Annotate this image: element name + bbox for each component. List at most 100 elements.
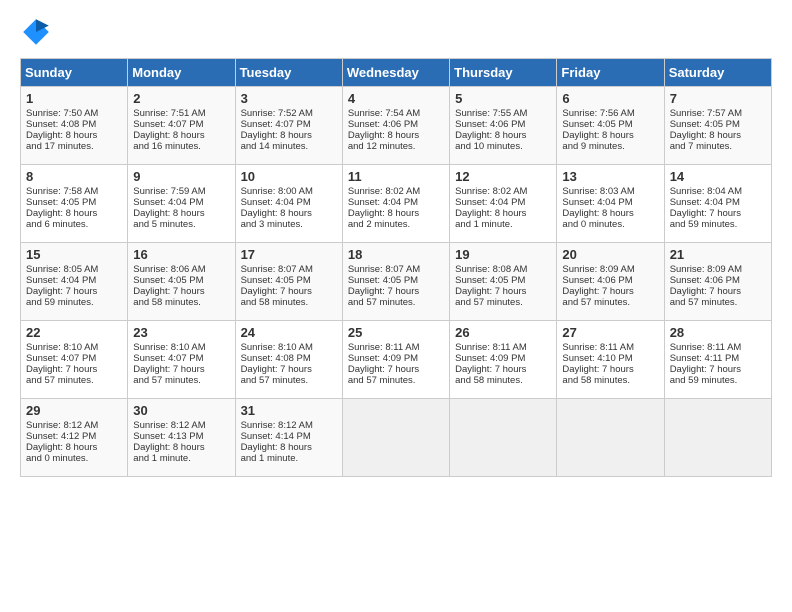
day-info: Daylight: 8 hours xyxy=(455,130,551,141)
day-info: Sunset: 4:09 PM xyxy=(348,353,444,364)
day-cell: 6Sunrise: 7:56 AMSunset: 4:05 PMDaylight… xyxy=(557,87,664,165)
day-number: 1 xyxy=(26,91,122,106)
week-row-4: 22Sunrise: 8:10 AMSunset: 4:07 PMDayligh… xyxy=(21,321,772,399)
day-number: 27 xyxy=(562,325,658,340)
header-row: SundayMondayTuesdayWednesdayThursdayFrid… xyxy=(21,59,772,87)
col-header-thursday: Thursday xyxy=(450,59,557,87)
day-info: Daylight: 8 hours xyxy=(670,130,766,141)
day-cell: 26Sunrise: 8:11 AMSunset: 4:09 PMDayligh… xyxy=(450,321,557,399)
day-info: Sunrise: 7:50 AM xyxy=(26,108,122,119)
col-header-wednesday: Wednesday xyxy=(342,59,449,87)
week-row-1: 1Sunrise: 7:50 AMSunset: 4:08 PMDaylight… xyxy=(21,87,772,165)
day-info: and 58 minutes. xyxy=(455,375,551,386)
day-cell: 19Sunrise: 8:08 AMSunset: 4:05 PMDayligh… xyxy=(450,243,557,321)
day-info: Daylight: 7 hours xyxy=(133,286,229,297)
calendar-page: SundayMondayTuesdayWednesdayThursdayFrid… xyxy=(0,0,792,612)
day-info: and 0 minutes. xyxy=(26,453,122,464)
day-info: Daylight: 7 hours xyxy=(241,364,337,375)
day-info: Sunrise: 8:12 AM xyxy=(241,420,337,431)
day-info: Sunrise: 7:58 AM xyxy=(26,186,122,197)
day-info: Sunset: 4:04 PM xyxy=(133,197,229,208)
day-info: and 57 minutes. xyxy=(26,375,122,386)
day-number: 22 xyxy=(26,325,122,340)
day-info: Daylight: 7 hours xyxy=(26,286,122,297)
day-info: Sunset: 4:04 PM xyxy=(348,197,444,208)
day-number: 19 xyxy=(455,247,551,262)
day-number: 30 xyxy=(133,403,229,418)
day-info: and 2 minutes. xyxy=(348,219,444,230)
day-number: 3 xyxy=(241,91,337,106)
day-info: Sunset: 4:04 PM xyxy=(670,197,766,208)
col-header-sunday: Sunday xyxy=(21,59,128,87)
day-info: Sunset: 4:07 PM xyxy=(241,119,337,130)
day-info: Sunrise: 8:10 AM xyxy=(26,342,122,353)
day-info: Daylight: 8 hours xyxy=(348,208,444,219)
day-info: Sunrise: 8:03 AM xyxy=(562,186,658,197)
day-number: 13 xyxy=(562,169,658,184)
day-info: Daylight: 8 hours xyxy=(26,130,122,141)
day-info: and 3 minutes. xyxy=(241,219,337,230)
day-info: Sunrise: 8:07 AM xyxy=(348,264,444,275)
day-info: Sunset: 4:06 PM xyxy=(670,275,766,286)
day-info: Daylight: 7 hours xyxy=(670,364,766,375)
day-number: 25 xyxy=(348,325,444,340)
day-info: and 59 minutes. xyxy=(26,297,122,308)
day-info: and 10 minutes. xyxy=(455,141,551,152)
day-cell: 23Sunrise: 8:10 AMSunset: 4:07 PMDayligh… xyxy=(128,321,235,399)
day-cell: 16Sunrise: 8:06 AMSunset: 4:05 PMDayligh… xyxy=(128,243,235,321)
day-info: Sunrise: 8:11 AM xyxy=(670,342,766,353)
day-info: and 59 minutes. xyxy=(670,219,766,230)
day-info: and 14 minutes. xyxy=(241,141,337,152)
day-cell: 1Sunrise: 7:50 AMSunset: 4:08 PMDaylight… xyxy=(21,87,128,165)
day-cell: 30Sunrise: 8:12 AMSunset: 4:13 PMDayligh… xyxy=(128,399,235,477)
calendar-table: SundayMondayTuesdayWednesdayThursdayFrid… xyxy=(20,58,772,477)
day-info: Daylight: 7 hours xyxy=(670,208,766,219)
day-number: 2 xyxy=(133,91,229,106)
day-cell: 14Sunrise: 8:04 AMSunset: 4:04 PMDayligh… xyxy=(664,165,771,243)
day-info: and 7 minutes. xyxy=(670,141,766,152)
day-info: and 1 minute. xyxy=(241,453,337,464)
day-cell: 5Sunrise: 7:55 AMSunset: 4:06 PMDaylight… xyxy=(450,87,557,165)
day-info: Sunset: 4:13 PM xyxy=(133,431,229,442)
day-cell: 18Sunrise: 8:07 AMSunset: 4:05 PMDayligh… xyxy=(342,243,449,321)
day-info: and 12 minutes. xyxy=(348,141,444,152)
day-info: Sunrise: 8:07 AM xyxy=(241,264,337,275)
day-number: 23 xyxy=(133,325,229,340)
day-info: Sunrise: 8:02 AM xyxy=(455,186,551,197)
day-cell: 17Sunrise: 8:07 AMSunset: 4:05 PMDayligh… xyxy=(235,243,342,321)
day-info: Sunset: 4:05 PM xyxy=(670,119,766,130)
day-info: Sunset: 4:14 PM xyxy=(241,431,337,442)
day-info: Sunset: 4:05 PM xyxy=(241,275,337,286)
day-info: Daylight: 7 hours xyxy=(562,286,658,297)
day-info: Daylight: 8 hours xyxy=(562,208,658,219)
week-row-5: 29Sunrise: 8:12 AMSunset: 4:12 PMDayligh… xyxy=(21,399,772,477)
day-info: Sunrise: 8:11 AM xyxy=(455,342,551,353)
day-info: Daylight: 8 hours xyxy=(241,208,337,219)
day-info: Sunrise: 7:55 AM xyxy=(455,108,551,119)
day-info: Daylight: 7 hours xyxy=(133,364,229,375)
day-number: 16 xyxy=(133,247,229,262)
day-number: 10 xyxy=(241,169,337,184)
day-cell: 27Sunrise: 8:11 AMSunset: 4:10 PMDayligh… xyxy=(557,321,664,399)
day-cell: 4Sunrise: 7:54 AMSunset: 4:06 PMDaylight… xyxy=(342,87,449,165)
day-number: 11 xyxy=(348,169,444,184)
day-info: Sunrise: 7:57 AM xyxy=(670,108,766,119)
day-info: Sunrise: 8:08 AM xyxy=(455,264,551,275)
day-info: Daylight: 8 hours xyxy=(133,130,229,141)
day-cell: 13Sunrise: 8:03 AMSunset: 4:04 PMDayligh… xyxy=(557,165,664,243)
logo-icon xyxy=(20,16,52,48)
day-number: 14 xyxy=(670,169,766,184)
day-info: and 6 minutes. xyxy=(26,219,122,230)
day-number: 5 xyxy=(455,91,551,106)
day-info: Sunrise: 8:09 AM xyxy=(562,264,658,275)
day-info: Sunset: 4:04 PM xyxy=(241,197,337,208)
day-info: Sunset: 4:05 PM xyxy=(348,275,444,286)
day-cell: 24Sunrise: 8:10 AMSunset: 4:08 PMDayligh… xyxy=(235,321,342,399)
day-info: Sunrise: 7:54 AM xyxy=(348,108,444,119)
day-info: and 58 minutes. xyxy=(133,297,229,308)
day-info: Sunset: 4:10 PM xyxy=(562,353,658,364)
day-cell: 28Sunrise: 8:11 AMSunset: 4:11 PMDayligh… xyxy=(664,321,771,399)
day-info: Daylight: 7 hours xyxy=(26,364,122,375)
day-info: Sunrise: 8:09 AM xyxy=(670,264,766,275)
day-info: and 0 minutes. xyxy=(562,219,658,230)
